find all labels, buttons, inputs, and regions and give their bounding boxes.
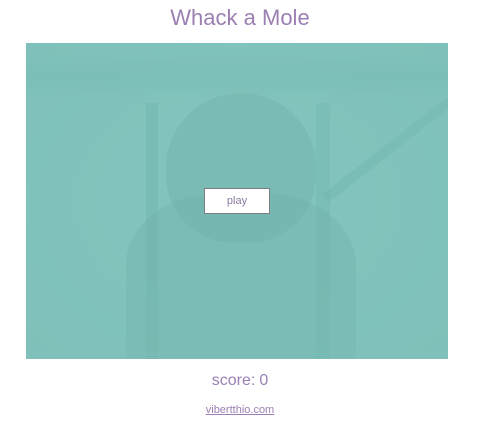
author-link[interactable]: vibertthio.com	[206, 404, 274, 416]
score-display: score: 0	[0, 369, 480, 393]
footer: vibertthio.com	[0, 402, 480, 418]
play-button[interactable]: play	[204, 188, 270, 214]
game-page: Whack a Mole play score: 0 vibertthio.com	[0, 0, 480, 429]
background-post-right	[316, 103, 330, 359]
background-beam	[26, 53, 448, 99]
game-stage[interactable]: play	[26, 43, 448, 359]
score-value: 0	[259, 372, 269, 389]
page-title: Whack a Mole	[170, 5, 310, 30]
background-post-left	[146, 103, 158, 359]
background-figure-head	[166, 93, 316, 243]
background-diagonal-bar	[322, 70, 448, 202]
background-figure-body	[126, 193, 356, 359]
score-label: score:	[211, 372, 256, 389]
